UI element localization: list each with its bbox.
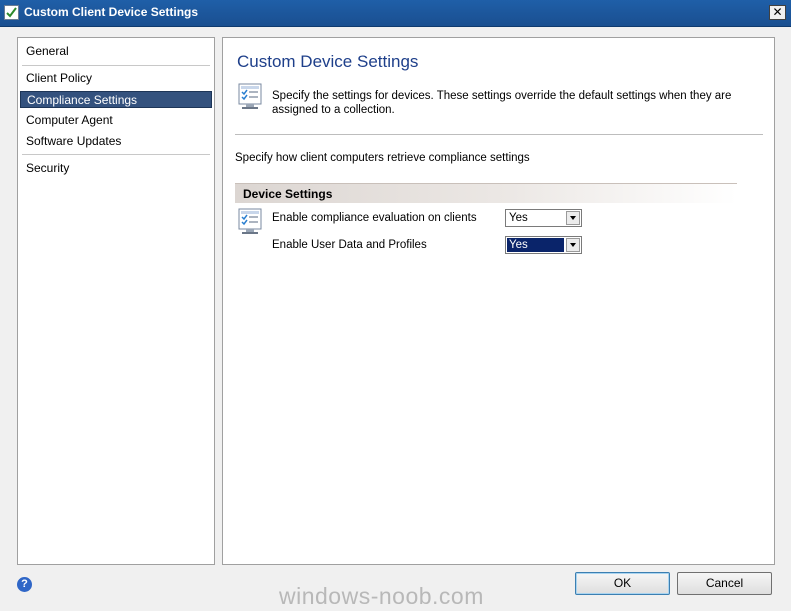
settings-checklist-icon — [236, 81, 266, 111]
user-data-profiles-label: Enable User Data and Profiles — [272, 239, 427, 251]
nav-separator — [22, 65, 210, 66]
nav-item-security[interactable]: Security — [20, 160, 212, 177]
section-header: Device Settings — [235, 183, 737, 203]
divider — [235, 134, 763, 135]
watermark: windows-noob.com — [279, 583, 484, 609]
nav-item-compliance-settings[interactable]: Compliance Settings — [20, 91, 212, 108]
dropdown-arrow-icon[interactable] — [566, 238, 580, 252]
nav-item-general[interactable]: General — [20, 43, 212, 60]
ok-button[interactable]: OK — [575, 572, 670, 595]
title-bar[interactable]: Custom Client Device Settings ✕ — [0, 0, 791, 27]
page-description: Specify the settings for devices. These … — [272, 90, 732, 116]
page-title: Custom Device Settings — [237, 52, 419, 71]
checklist-app-icon — [4, 5, 19, 20]
settings-checklist-icon — [236, 206, 266, 236]
close-icon: ✕ — [772, 5, 783, 19]
help-icon[interactable]: ? — [17, 577, 32, 592]
nav-item-software-updates[interactable]: Software Updates — [20, 133, 212, 150]
compliance-evaluation-label: Enable compliance evaluation on clients — [272, 212, 477, 224]
nav-item-computer-agent[interactable]: Computer Agent — [20, 112, 212, 129]
nav-separator — [22, 154, 210, 155]
close-button[interactable]: ✕ — [769, 5, 786, 20]
cancel-button[interactable]: Cancel — [677, 572, 772, 595]
navigation-panel: General Client Policy Compliance Setting… — [17, 37, 215, 565]
window-title: Custom Client Device Settings — [24, 5, 199, 19]
user-data-profiles-dropdown[interactable]: Yes — [505, 236, 582, 254]
compliance-evaluation-dropdown[interactable]: Yes — [505, 209, 582, 227]
section-description: Specify how client computers retrieve co… — [235, 152, 530, 164]
dropdown-value: Yes — [507, 238, 564, 252]
settings-panel: Custom Device Settings Specify the setti… — [222, 37, 775, 565]
nav-item-client-policy[interactable]: Client Policy — [20, 70, 212, 87]
dropdown-arrow-icon[interactable] — [566, 211, 580, 225]
dropdown-value: Yes — [509, 212, 528, 224]
